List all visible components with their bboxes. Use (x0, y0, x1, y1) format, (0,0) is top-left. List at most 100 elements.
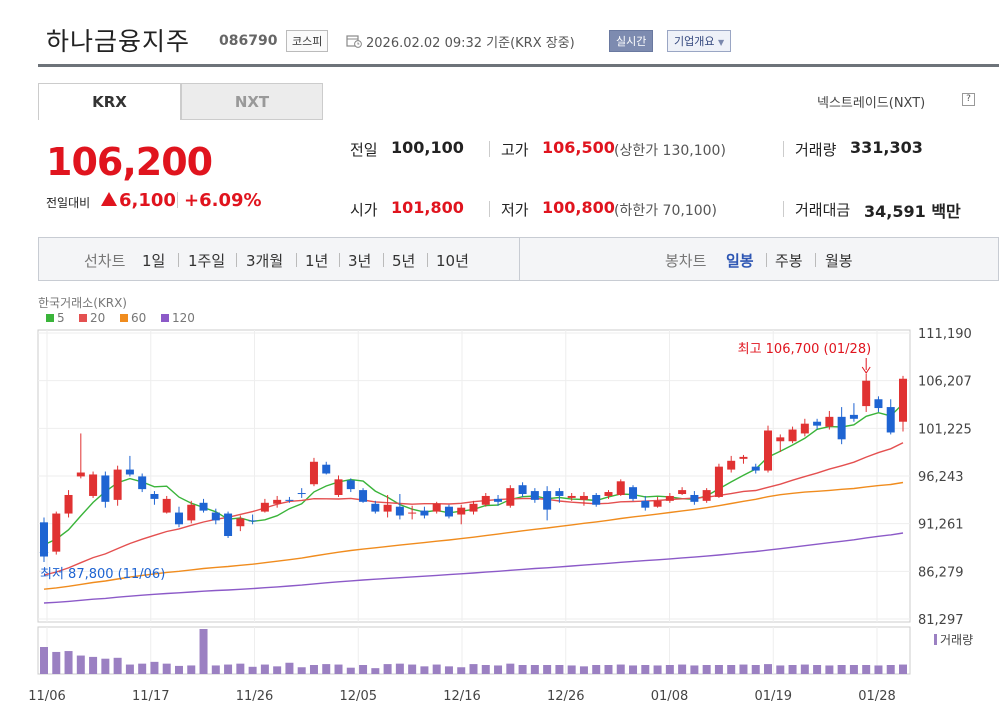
candle-body (236, 518, 245, 527)
chart-legend: 5 20 60 120 (46, 311, 195, 325)
volume-bar (125, 664, 134, 674)
chart-source: 한국거래소(KRX) (38, 296, 127, 310)
ma-120-line (43, 532, 904, 604)
volume-bar (764, 664, 773, 674)
volume-bar (383, 664, 392, 674)
volume-bar (555, 665, 564, 674)
candle-monthly[interactable]: 월봉 (825, 250, 853, 271)
candle-body (371, 503, 380, 512)
period-10y[interactable]: 10년 (436, 250, 469, 271)
volume-bar (813, 665, 822, 674)
divider (783, 141, 784, 157)
volume-bar (702, 665, 711, 674)
candle-body (52, 513, 61, 552)
candle-body (248, 520, 257, 522)
volume-bar (113, 657, 122, 674)
volume-bar (40, 647, 48, 674)
volume-bar (236, 663, 245, 674)
volume-bar (653, 665, 662, 674)
legend-label: 120 (172, 311, 195, 325)
candle-body (89, 474, 98, 496)
volume-bar (678, 664, 687, 674)
x-tick-label: 01/19 (755, 689, 792, 704)
help-icon[interactable]: ? (962, 93, 975, 106)
amount-unit: 백만 (931, 202, 961, 221)
tab-krx[interactable]: KRX (38, 83, 181, 120)
candle-body (64, 494, 73, 514)
candle-weekly[interactable]: 주봉 (775, 250, 803, 271)
upper-limit: (상한가 130,100) (614, 143, 726, 159)
price-chart[interactable]: 한국거래소(KRX) 5 20 60 120 111,190 106,207 101,22… (0, 290, 999, 722)
period-1w[interactable]: 1주일 (188, 250, 225, 271)
legend-swatch (120, 314, 128, 322)
header-divider (38, 64, 999, 67)
volume-bar (444, 666, 453, 674)
nxt-link[interactable]: 넥스트레이드(NXT) (817, 92, 925, 111)
candle-body (187, 504, 196, 521)
candle-body (494, 498, 503, 502)
candle-body (543, 491, 552, 510)
volume-bar (592, 665, 601, 674)
volume-bar (457, 667, 466, 674)
low-label: 저가 (501, 201, 529, 219)
candle-body (481, 495, 490, 505)
volume-bar (76, 655, 85, 674)
divider (815, 253, 816, 267)
candle-body (444, 506, 453, 517)
candle-body (764, 430, 773, 471)
candle-body (211, 512, 220, 521)
y-tick-label: 81,297 (918, 613, 964, 628)
candle-body (886, 407, 895, 433)
volume-legend-label: 거래량 (940, 633, 973, 647)
period-1y[interactable]: 1년 (305, 250, 328, 271)
divider (178, 253, 179, 267)
legend-swatch (46, 314, 54, 322)
volume-bar (224, 664, 233, 674)
volume-bar (64, 651, 73, 674)
volume-bar (150, 661, 159, 674)
divider (427, 253, 428, 267)
y-tick-label: 91,261 (918, 518, 964, 533)
candle-body (260, 502, 269, 512)
volume-value: 331,303 (850, 138, 923, 157)
period-1d[interactable]: 1일 (142, 250, 165, 271)
tab-nxt[interactable]: NXT (181, 83, 323, 120)
volume-bar (408, 664, 417, 674)
company-overview-dropdown[interactable]: 기업개요 ▼ (667, 30, 732, 52)
candle-body (297, 493, 306, 495)
x-tick-label: 11/26 (236, 689, 273, 704)
candle-body (641, 500, 650, 508)
candle-body (690, 494, 699, 502)
candle-body (457, 507, 466, 515)
volume-bar (322, 664, 331, 674)
volume-bar (665, 665, 674, 674)
volume-bar (469, 664, 478, 674)
prev-close-label: 전일 (350, 141, 378, 159)
candle-daily[interactable]: 일봉 (726, 250, 754, 271)
candle-body (555, 491, 564, 496)
candle-body (825, 416, 834, 427)
candle-body (604, 492, 613, 496)
candle-body (849, 414, 858, 419)
y-tick-label: 106,207 (918, 375, 972, 390)
change-label: 전일대비 (46, 196, 91, 210)
volume-bar (543, 665, 552, 674)
period-3m[interactable]: 3개월 (246, 250, 283, 271)
y-tick-label: 86,279 (918, 565, 964, 580)
volume-bar (862, 665, 871, 674)
volume-bar (285, 662, 294, 674)
candle-body (76, 472, 85, 477)
volume-bar (800, 664, 809, 674)
volume-bar (199, 629, 208, 674)
volume-bar (616, 664, 625, 674)
candle-body (678, 490, 687, 495)
realtime-button[interactable]: 실시간 (609, 30, 654, 52)
candle-body (162, 498, 171, 513)
period-5y[interactable]: 5년 (392, 250, 415, 271)
period-3y[interactable]: 3년 (348, 250, 371, 271)
volume-bar (776, 665, 785, 674)
trade-amount-value: 34,591 백만 (864, 198, 961, 222)
candle-body (874, 399, 883, 409)
volume-bar (899, 664, 907, 674)
candle-body (579, 495, 588, 500)
